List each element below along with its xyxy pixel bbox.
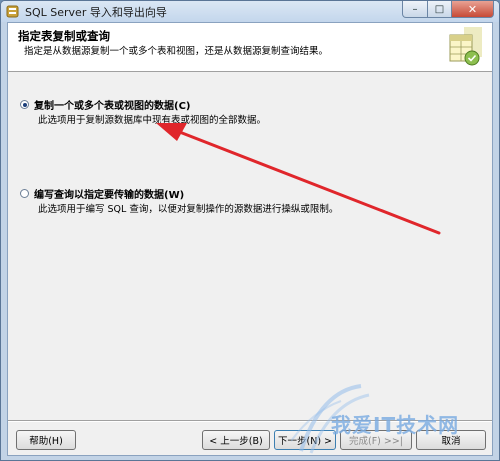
wizard-header: 指定表复制或查询 指定是从数据源复制一个或多个表和视图，还是从数据源复制查询结果…: [8, 23, 492, 72]
option-copy-tables-description: 此选项用于复制源数据库中现有表或视图的全部数据。: [38, 115, 267, 126]
footer-divider: [8, 420, 492, 422]
maximize-icon: □: [434, 3, 445, 15]
wizard-body: 指定表复制或查询 指定是从数据源复制一个或多个表和视图，还是从数据源复制查询结果…: [7, 22, 493, 456]
minimize-icon: –: [412, 3, 418, 15]
radio-copy-tables[interactable]: [20, 100, 29, 109]
title-bar[interactable]: SQL Server 导入和导出向导 – □ ✕: [1, 1, 499, 22]
maximize-button[interactable]: □: [428, 1, 452, 18]
back-button[interactable]: < 上一步(B): [202, 430, 270, 450]
wizard-table-icon: [449, 27, 482, 66]
radio-write-query[interactable]: [20, 189, 29, 198]
option-write-query-label: 编写查询以指定要传输的数据(W): [34, 190, 185, 201]
option-copy-tables-label: 复制一个或多个表或视图的数据(C): [34, 101, 191, 112]
cancel-button[interactable]: 取消: [416, 430, 486, 450]
window-controls: – □ ✕: [402, 1, 494, 19]
minimize-button[interactable]: –: [402, 1, 428, 18]
next-button[interactable]: 下一步(N) >: [274, 430, 336, 450]
page-title: 指定表复制或查询: [18, 29, 110, 43]
close-button[interactable]: ✕: [452, 1, 494, 18]
wizard-window: SQL Server 导入和导出向导 – □ ✕ 指定表复制或查询 指定是从数据…: [0, 0, 500, 461]
option-write-query[interactable]: 编写查询以指定要传输的数据(W): [20, 186, 184, 201]
window-title: SQL Server 导入和导出向导: [25, 6, 167, 19]
page-subtitle: 指定是从数据源复制一个或多个表和视图，还是从数据源复制查询结果。: [24, 46, 329, 57]
option-write-query-description: 此选项用于编写 SQL 查询，以便对复制操作的源数据进行操纵或限制。: [38, 204, 339, 215]
close-icon: ✕: [467, 2, 478, 16]
help-button[interactable]: 帮助(H): [16, 430, 76, 450]
sql-server-app-icon: [6, 5, 19, 18]
option-copy-tables[interactable]: 复制一个或多个表或视图的数据(C): [20, 97, 190, 112]
finish-button[interactable]: 完成(F) >>|: [340, 430, 412, 450]
